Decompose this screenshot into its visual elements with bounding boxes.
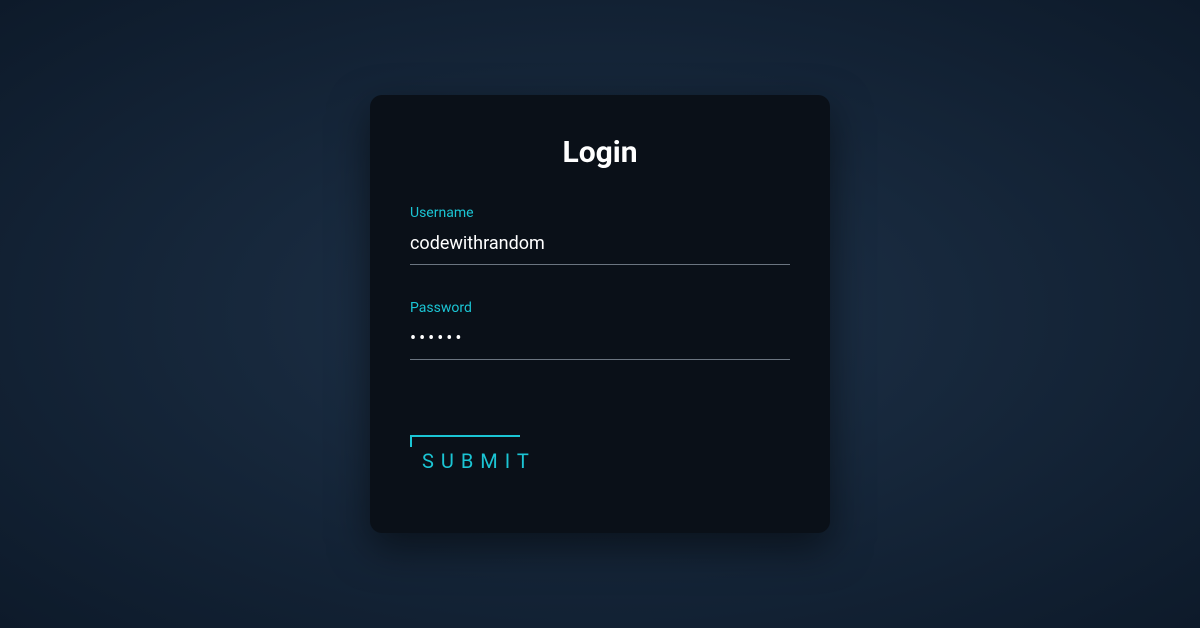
login-title: Login (410, 135, 790, 170)
submit-button[interactable]: SUBMIT (410, 435, 548, 483)
password-group: Password (410, 300, 790, 360)
username-input[interactable] (410, 229, 790, 265)
password-input[interactable] (410, 324, 790, 360)
password-label: Password (410, 300, 790, 316)
login-panel: Login Username Password SUBMIT (370, 95, 830, 533)
username-label: Username (410, 205, 790, 221)
username-group: Username (410, 205, 790, 265)
